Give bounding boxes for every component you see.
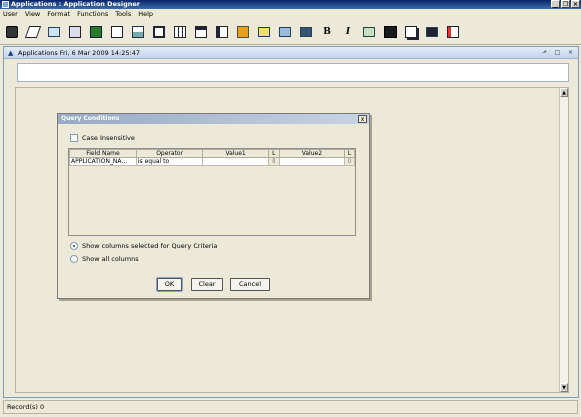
query-conditions-dialog: Query Conditions x Case Insensitive Fiel…	[57, 113, 370, 299]
collapse-icon[interactable]: ▲	[8, 49, 13, 57]
cell-value2[interactable]	[278, 157, 346, 166]
maximize-icon[interactable]: □	[553, 48, 562, 57]
lookup-icon: ▯	[348, 158, 351, 165]
panel-header: ▲ Applications Fri, 6 Mar 2009 14:25:47 …	[4, 47, 578, 59]
preview-icon[interactable]	[150, 23, 168, 41]
restore-button[interactable]: ❐	[561, 0, 570, 8]
panel-icon[interactable]	[192, 23, 210, 41]
dark-icon[interactable]	[381, 23, 399, 41]
minimize-button[interactable]: _	[551, 0, 560, 8]
query-icon[interactable]	[45, 23, 63, 41]
radio-selected-label: Show columns selected for Query Criteria	[82, 242, 218, 250]
vertical-scrollbar[interactable]: ▲ ▼	[559, 88, 568, 392]
grid-header-row: Field Name Operator Value1 L Value2 L	[69, 149, 355, 158]
align-icon[interactable]	[444, 23, 462, 41]
panel-title: Applications Fri, 6 Mar 2009 14:25:47	[18, 49, 140, 57]
bold-icon[interactable]: B	[318, 23, 336, 41]
col-l1[interactable]: L	[267, 149, 280, 158]
grid-icon[interactable]	[129, 23, 147, 41]
search-field[interactable]	[17, 63, 569, 82]
menu-view[interactable]: View	[25, 9, 40, 20]
print-icon[interactable]	[108, 23, 126, 41]
connect-icon[interactable]	[3, 23, 21, 41]
save-icon[interactable]	[66, 23, 84, 41]
copy-icon[interactable]	[402, 23, 420, 41]
radio-selected-row[interactable]: Show columns selected for Query Criteria	[70, 242, 217, 250]
scroll-down-icon[interactable]: ▼	[560, 383, 568, 392]
col-value2[interactable]: Value2	[278, 149, 346, 158]
scroll-up-icon[interactable]: ▲	[560, 88, 568, 97]
menu-user[interactable]: User	[3, 9, 18, 20]
dialog-close-button[interactable]: x	[358, 115, 367, 123]
close-button[interactable]: ×	[571, 0, 580, 8]
cell-value1[interactable]	[202, 157, 269, 166]
cancel-button[interactable]: Cancel	[230, 278, 270, 291]
radio-all-label: Show all columns	[82, 255, 139, 263]
menu-functions[interactable]: Functions	[77, 9, 108, 20]
menu-tools[interactable]: Tools	[115, 9, 131, 20]
col-l2[interactable]: L	[344, 149, 355, 158]
lookup-button-2[interactable]: ▯	[344, 157, 355, 166]
cell-operator[interactable]: is equal to	[135, 157, 204, 166]
italic-icon[interactable]: I	[339, 23, 357, 41]
dialog-title: Query Conditions	[58, 114, 369, 124]
col-field-name[interactable]: Field Name	[69, 149, 137, 158]
marker-icon[interactable]	[297, 23, 315, 41]
columns-icon[interactable]	[171, 23, 189, 41]
layout-icon[interactable]	[423, 23, 441, 41]
eraser-icon[interactable]	[24, 23, 42, 41]
report-icon[interactable]	[234, 23, 252, 41]
record-count: Record(s) 0	[7, 403, 45, 411]
menubar: User View Format Functions Tools Help	[0, 9, 581, 20]
case-insensitive-row[interactable]: Case Insensitive	[70, 134, 135, 142]
col-value1[interactable]: Value1	[202, 149, 269, 158]
status-bar: Record(s) 0	[3, 400, 578, 414]
ok-button[interactable]: OK	[156, 277, 183, 292]
case-insensitive-label: Case Insensitive	[82, 134, 135, 142]
lookup-button-1[interactable]: ▯	[267, 157, 280, 166]
table-row[interactable]: APPLICATION_NA... is equal to ▯ ▯	[69, 157, 355, 166]
chart-icon[interactable]	[213, 23, 231, 41]
col-operator[interactable]: Operator	[135, 149, 204, 158]
paint-icon[interactable]	[255, 23, 273, 41]
clear-button[interactable]: Clear	[191, 278, 223, 291]
radio-all-columns[interactable]	[70, 255, 78, 263]
lookup-icon: ▯	[272, 158, 276, 165]
case-insensitive-checkbox[interactable]	[70, 134, 78, 142]
radio-all-row[interactable]: Show all columns	[70, 255, 139, 263]
app-icon	[2, 1, 9, 8]
panel-close-icon[interactable]: ×	[566, 48, 575, 57]
window-title: Applications : Application Designer	[11, 0, 140, 8]
toolbar: B I	[0, 20, 581, 45]
cell-field-name[interactable]: APPLICATION_NA...	[69, 157, 137, 166]
conditions-grid: Field Name Operator Value1 L Value2 L AP…	[68, 148, 356, 236]
menu-help[interactable]: Help	[138, 9, 153, 20]
undock-icon[interactable]: ⬏	[540, 48, 549, 57]
menu-format[interactable]: Format	[47, 9, 70, 20]
brush-icon[interactable]	[276, 23, 294, 41]
image-icon[interactable]	[360, 23, 378, 41]
window-titlebar: Applications : Application Designer _ ❐ …	[0, 0, 581, 9]
radio-selected-columns[interactable]	[70, 242, 78, 250]
export-icon[interactable]	[87, 23, 105, 41]
